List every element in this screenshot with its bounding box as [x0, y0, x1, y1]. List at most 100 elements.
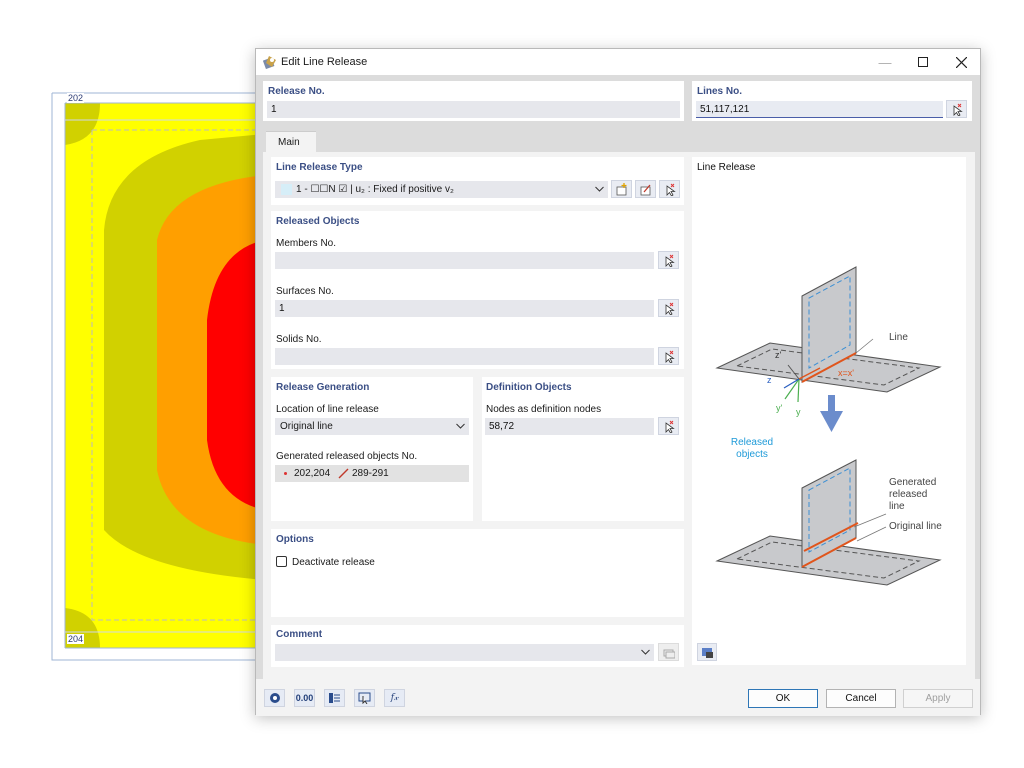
select-view-button[interactable] — [354, 689, 375, 707]
formula-button[interactable]: f𝓍 — [384, 689, 405, 707]
node-label-top: 202 — [67, 93, 85, 103]
line-release-type-select[interactable]: 1 - ☐☐N ☑ | u₂ : Fixed if positive v₂ — [275, 181, 608, 198]
comment-library-button[interactable] — [658, 643, 679, 661]
released-objects-title: Released Objects — [276, 216, 360, 227]
options-panel: Options Deactivate release — [271, 529, 684, 617]
release-generation-panel: Release Generation Location of line rele… — [271, 377, 473, 521]
apply-button[interactable]: Apply — [903, 689, 973, 708]
definition-objects-panel: Definition Objects Nodes as definition n… — [482, 377, 684, 521]
node-icon — [284, 472, 287, 475]
table-icon — [329, 693, 340, 703]
label-original-line: Original line — [889, 521, 942, 532]
close-icon — [955, 56, 967, 68]
line-release-illustration-panel: Line Release Line z' z x=x' y' y Release… — [692, 157, 966, 665]
generated-objects-field: 202,204 289-291 — [275, 465, 469, 482]
chevron-down-icon — [595, 186, 604, 192]
maximize-icon — [918, 57, 928, 67]
ok-button[interactable]: OK — [748, 689, 818, 708]
line-release-type-panel: Line Release Type 1 - ☐☐N ☑ | u₂ : Fixed… — [271, 157, 684, 205]
location-select-value: Original line — [280, 421, 333, 432]
deactivate-release-label: Deactivate release — [292, 557, 375, 568]
definition-nodes-label: Nodes as definition nodes — [486, 404, 602, 415]
close-button[interactable] — [942, 49, 980, 75]
axis-y: y — [796, 407, 801, 417]
solids-no-label: Solids No. — [276, 334, 322, 345]
generated-nodes: 202,204 — [294, 468, 331, 479]
surfaces-no-field[interactable]: 1 — [275, 300, 654, 317]
dialog-title: Edit Line Release — [281, 56, 368, 68]
axis-y-prime: y' — [776, 403, 783, 413]
pick-solids-button[interactable] — [658, 347, 679, 365]
cancel-button[interactable]: Cancel — [826, 689, 896, 708]
edit-line-release-dialog: Edit Line Release — Release No. 1 Lines … — [255, 48, 981, 716]
pick-cursor-icon — [666, 183, 676, 196]
pick-lines-button[interactable] — [946, 100, 967, 118]
title-bar: Edit Line Release — — [256, 49, 980, 75]
comment-panel: Comment — [271, 625, 684, 667]
pick-cursor-icon — [665, 254, 675, 267]
pick-cursor-icon — [665, 350, 675, 363]
deactivate-release-checkbox[interactable] — [276, 556, 287, 567]
chevron-down-icon — [641, 649, 650, 655]
axis-x: x=x' — [838, 368, 854, 378]
members-no-field[interactable] — [275, 252, 654, 269]
line-icon — [338, 468, 349, 479]
units-value: 0.00 — [295, 693, 314, 703]
released-objects-panel: Released Objects Members No. Surfaces No… — [271, 211, 684, 369]
release-no-field[interactable]: 1 — [267, 101, 680, 118]
edit-release-type-button[interactable] — [635, 180, 656, 198]
pick-release-type-button[interactable] — [659, 180, 680, 198]
table-button[interactable] — [324, 689, 345, 707]
line-release-diagram — [715, 266, 942, 586]
pick-cursor-icon — [665, 302, 675, 315]
label-generated-released-line: Generated released line — [889, 477, 937, 512]
generated-lines: 289-291 — [352, 468, 389, 479]
select-view-icon — [358, 692, 371, 704]
dialog-content: Release No. 1 Lines No. 51,117,121 Main … — [256, 75, 980, 679]
formula-icon: f𝓍 — [390, 693, 399, 703]
lines-no-field[interactable]: 51,117,121 — [696, 101, 943, 118]
pick-definition-nodes-button[interactable] — [658, 417, 679, 435]
axis-z-prime: z' — [775, 350, 782, 360]
lines-no-label: Lines No. — [697, 86, 743, 97]
location-select[interactable]: Original line — [275, 418, 469, 435]
edit-icon — [640, 184, 651, 195]
solids-no-field[interactable] — [275, 348, 654, 365]
surfaces-no-label: Surfaces No. — [276, 286, 334, 297]
pick-surfaces-button[interactable] — [658, 299, 679, 317]
illustration-options-button[interactable] — [697, 643, 717, 661]
chevron-down-icon — [456, 423, 465, 429]
comment-label: Comment — [276, 629, 323, 640]
release-type-color-swatch — [281, 184, 292, 195]
definition-nodes-field[interactable]: 58,72 — [485, 418, 654, 435]
minimize-button[interactable]: — — [866, 49, 904, 75]
picture-settings-icon — [701, 647, 713, 658]
units-button[interactable]: 0.00 — [294, 689, 315, 707]
comment-library-icon — [663, 649, 675, 658]
pick-members-button[interactable] — [658, 251, 679, 269]
line-release-app-icon — [263, 56, 276, 69]
options-title: Options — [276, 534, 314, 545]
line-release-type-value: 1 - ☐☐N ☑ | u₂ : Fixed if positive v₂ — [296, 184, 454, 195]
line-release-type-title: Line Release Type — [276, 162, 363, 173]
generated-objects-label: Generated released objects No. — [276, 451, 418, 462]
pick-cursor-icon — [953, 103, 963, 116]
location-label: Location of line release — [276, 404, 379, 415]
pick-cursor-icon — [665, 420, 675, 433]
release-no-panel: Release No. 1 — [263, 81, 684, 121]
maximize-button[interactable] — [904, 49, 942, 75]
axis-z: z — [767, 375, 772, 385]
tab-main-label: Main — [278, 137, 300, 148]
new-release-type-button[interactable] — [611, 180, 632, 198]
dialog-footer: 0.00 f𝓍 OK Cancel Apply — [256, 679, 980, 716]
node-label-bottom: 204 — [67, 634, 85, 644]
new-icon — [616, 182, 627, 195]
help-button[interactable] — [264, 689, 285, 707]
comment-field[interactable] — [275, 644, 654, 661]
lines-no-panel: Lines No. 51,117,121 — [692, 81, 972, 121]
members-no-label: Members No. — [276, 238, 337, 249]
definition-objects-title: Definition Objects — [486, 382, 572, 393]
released-arrow — [820, 411, 843, 432]
label-released-objects: Released objects — [730, 437, 774, 460]
tab-main[interactable]: Main — [266, 131, 316, 153]
